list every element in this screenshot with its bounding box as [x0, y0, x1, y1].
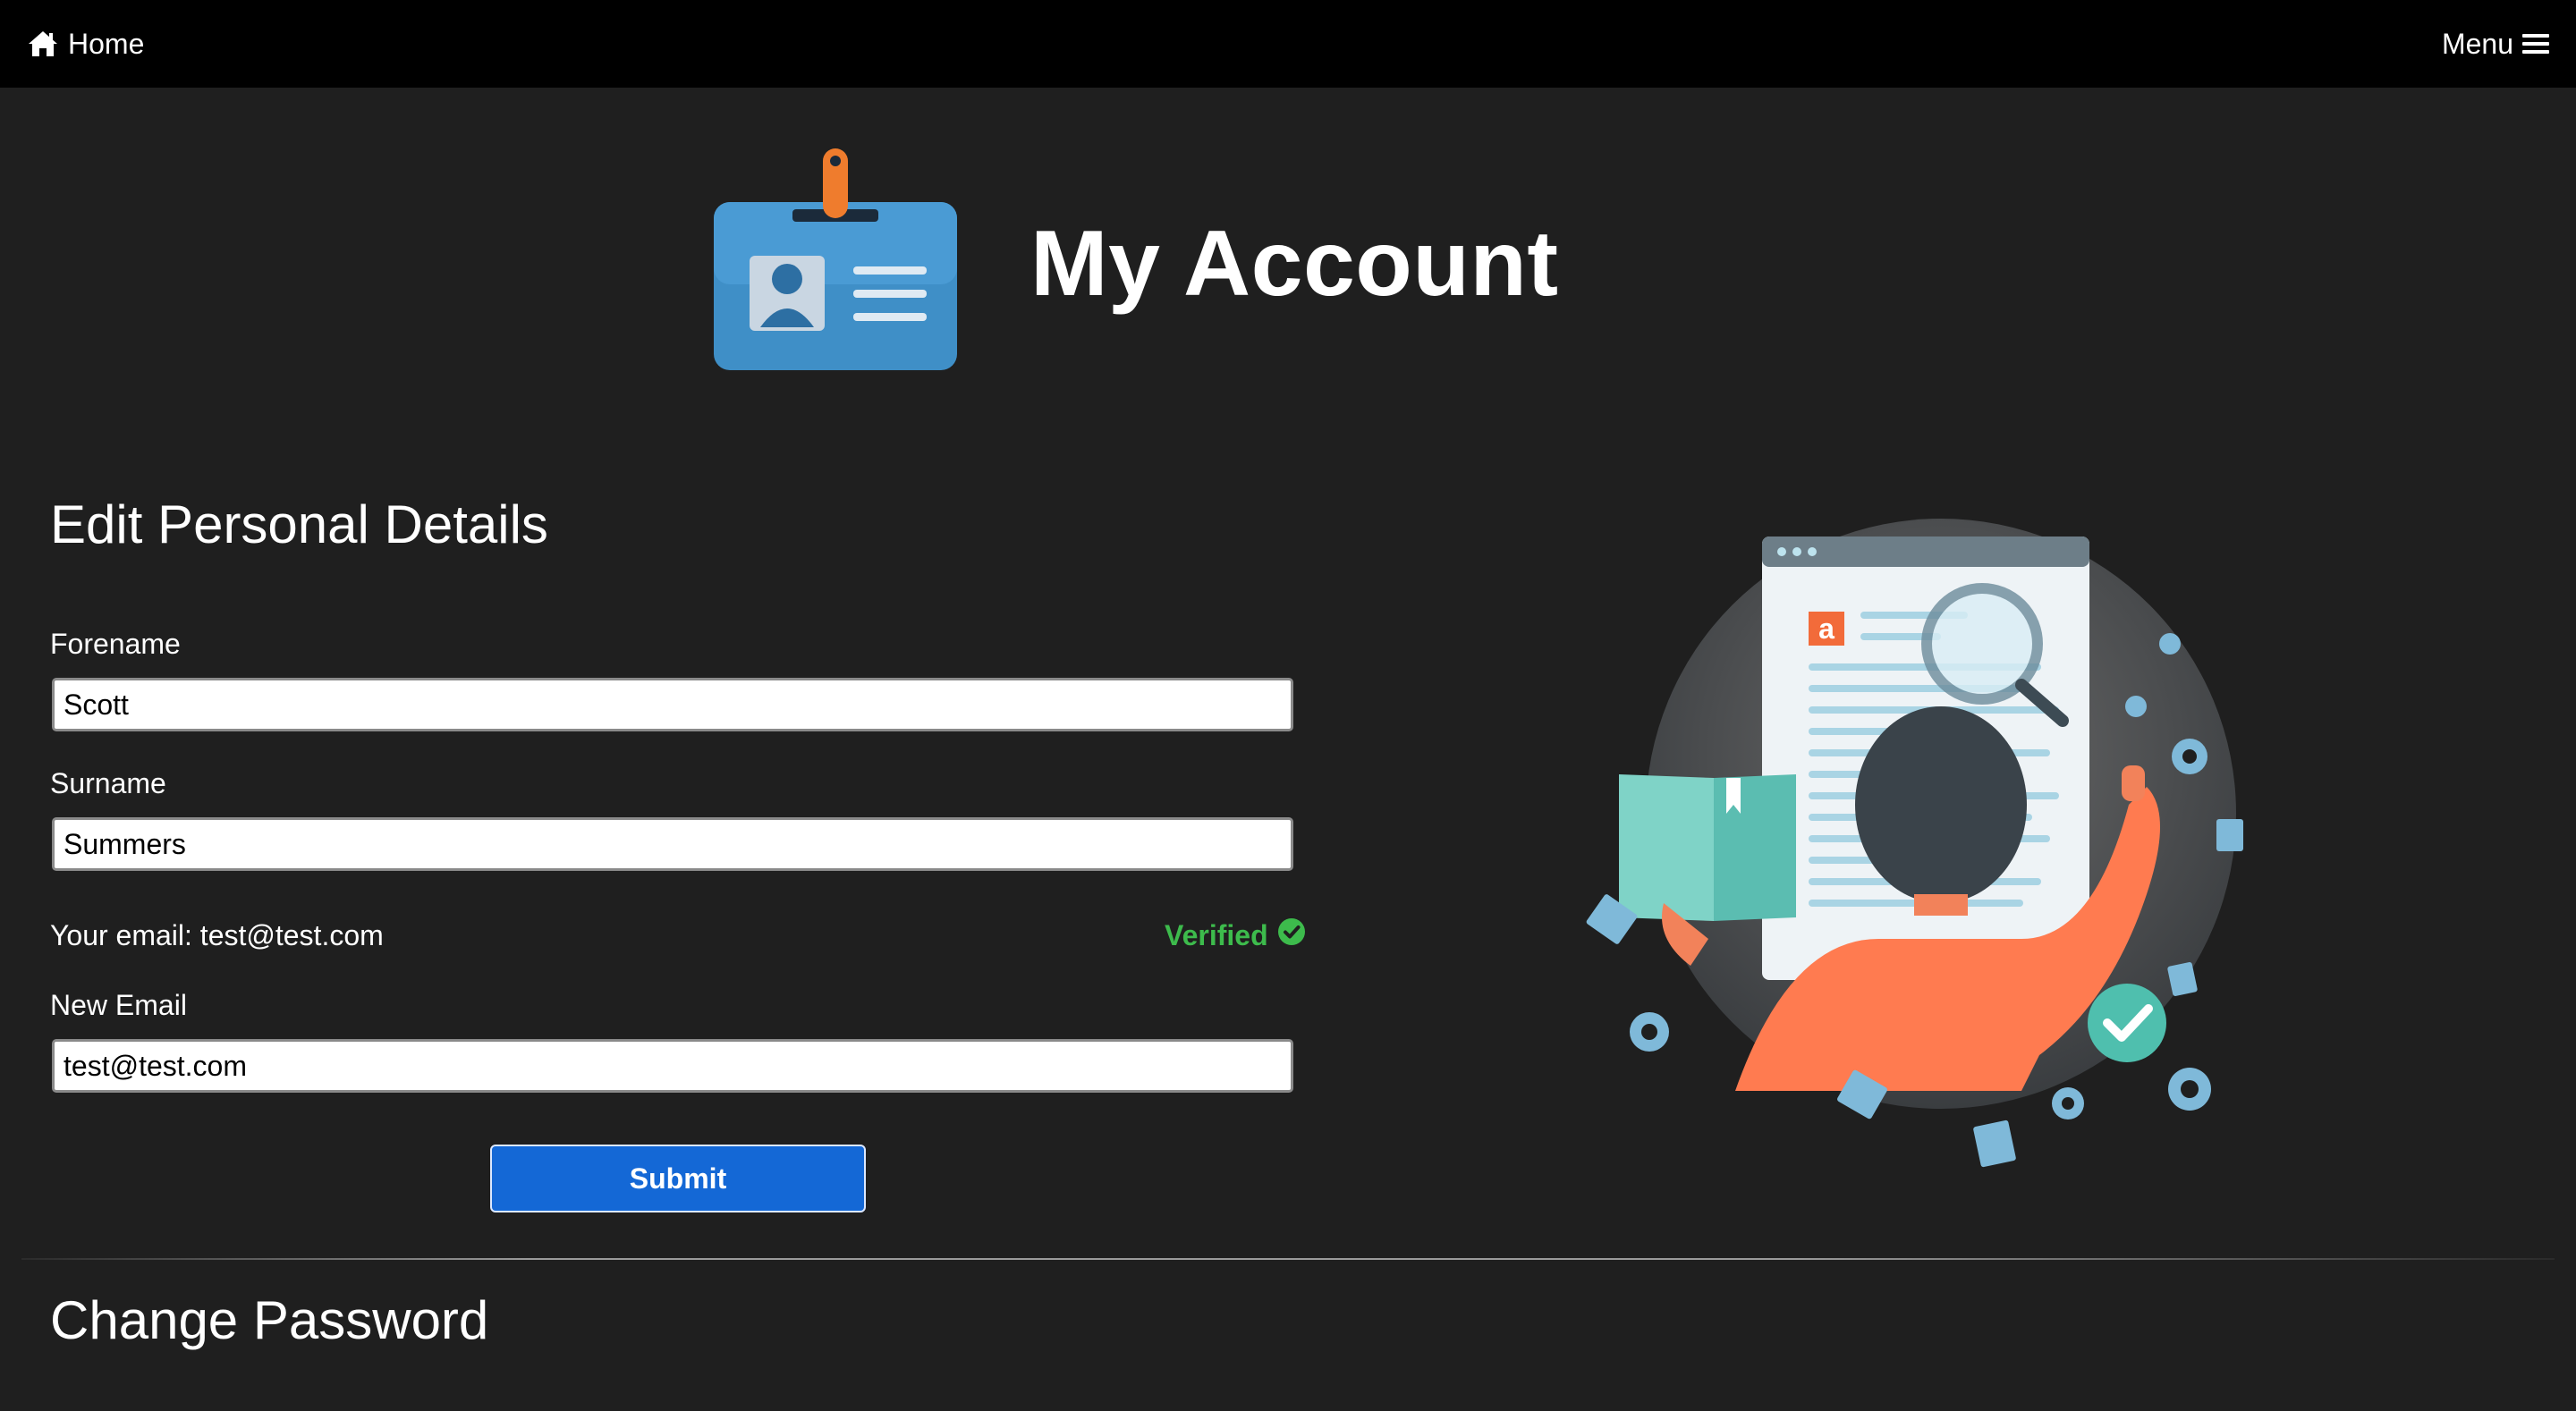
verified-label: Verified	[1165, 918, 1268, 951]
check-circle-icon	[1277, 917, 1306, 953]
account-hero: My Account	[712, 143, 1559, 376]
personal-details-heading: Edit Personal Details	[50, 494, 548, 554]
home-link-label: Home	[68, 27, 145, 60]
menu-button-label: Menu	[2441, 27, 2513, 60]
forename-label: Forename	[50, 628, 181, 660]
verified-status: Verified	[1165, 917, 1306, 953]
surname-input[interactable]	[52, 817, 1293, 871]
section-divider	[21, 1258, 2555, 1260]
submit-button[interactable]: Submit	[490, 1145, 866, 1212]
id-badge-icon	[712, 143, 959, 376]
svg-text:a: a	[1818, 613, 1835, 645]
surname-label: Surname	[50, 767, 166, 799]
current-email-text: Your email: test@test.com	[50, 919, 384, 951]
new-email-label: New Email	[50, 989, 187, 1021]
forename-input[interactable]	[52, 678, 1293, 731]
home-icon	[27, 30, 59, 58]
menu-button[interactable]: Menu	[2442, 28, 2549, 61]
account-illustration: a	[1556, 519, 2308, 1198]
page-title: My Account	[1030, 212, 1559, 316]
new-email-input[interactable]	[52, 1039, 1293, 1093]
top-nav-bar: Home Menu	[0, 0, 2576, 88]
home-link[interactable]: Home	[27, 28, 144, 61]
hamburger-icon	[2522, 31, 2549, 56]
change-password-heading: Change Password	[50, 1290, 489, 1350]
